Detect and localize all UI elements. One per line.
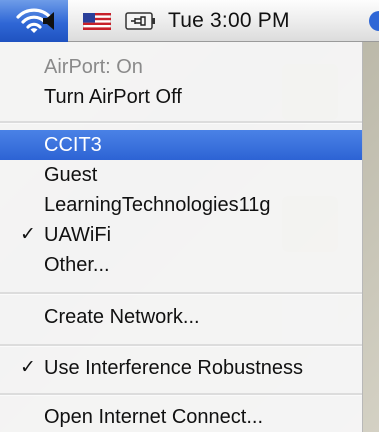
volume-icon[interactable] [40,9,60,33]
menu-bar: Tue 3:00 PM [0,0,379,42]
menu-item-airport-status: AirPort: On [44,56,143,78]
flag-icon[interactable] [83,13,111,30]
menu-item-network-learningtechnologies11g[interactable]: LearningTechnologies11g [0,190,362,220]
menubar-clock[interactable]: Tue 3:00 PM [168,9,290,33]
airport-dropdown-menu: AirPort: On Turn AirPort Off CCIT3 Guest… [0,42,363,432]
battery-icon[interactable] [125,11,157,31]
menu-item-network-ccit3[interactable]: CCIT3 [0,130,362,160]
menu-item-network-uawifi[interactable]: ✓ UAWiFi [0,220,362,250]
desktop: Tue 3:00 PM AirPort: On Turn AirPort Off… [0,0,379,432]
menu-separator [0,292,362,295]
menu-item-open-internet-connect[interactable]: Open Internet Connect... [0,402,362,432]
menu-separator [0,121,362,124]
menu-item-interference-robustness[interactable]: ✓ Use Interference Robustness [0,353,362,383]
checkmark-icon: ✓ [20,224,36,245]
menu-item-network-guest[interactable]: Guest [0,160,362,190]
menu-item-turn-airport-off[interactable]: Turn AirPort Off [0,82,362,112]
checkmark-icon: ✓ [20,357,36,378]
menu-item-other-network[interactable]: Other... [0,250,362,280]
menu-separator [0,393,362,396]
menu-item-create-network[interactable]: Create Network... [0,302,362,332]
spotlight-icon[interactable] [360,9,379,33]
menu-separator [0,344,362,347]
